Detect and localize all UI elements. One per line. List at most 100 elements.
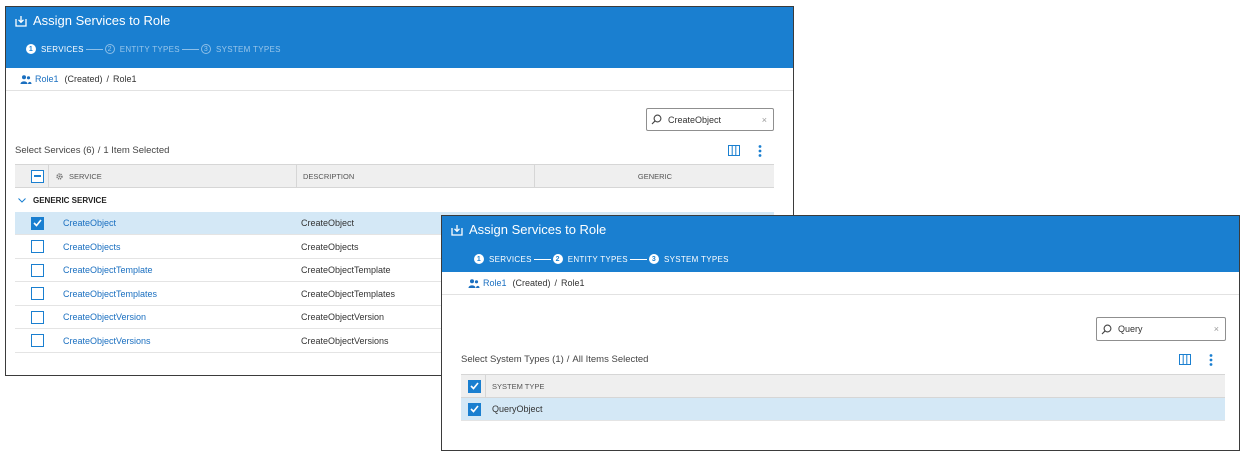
column-header-description[interactable]: DESCRIPTION: [296, 165, 354, 187]
breadcrumb: Role1 (Created) / Role1: [442, 272, 1239, 295]
kebab-menu-icon[interactable]: [758, 145, 762, 157]
table-header: SERVICE DESCRIPTION GENERIC: [15, 164, 774, 188]
column-header-service-label: SERVICE: [69, 171, 102, 181]
step-label: SYSTEM TYPES: [663, 254, 729, 264]
selection-label: Select System Types (1): [461, 354, 564, 365]
selection-status: 1 Item Selected: [103, 145, 170, 156]
gear-icon: [55, 172, 64, 181]
group-label: GENERIC SERVICE: [33, 195, 107, 205]
step-services[interactable]: 1 SERVICES: [474, 254, 532, 264]
dialog-title-bar: Assign Services to Role: [451, 222, 606, 237]
row-checkbox[interactable]: [31, 216, 44, 230]
breadcrumb-status: (Created): [512, 278, 551, 288]
download-box-icon: [451, 224, 463, 236]
service-link[interactable]: CreateObjectTemplates: [63, 282, 157, 305]
step-number: 1: [474, 254, 484, 264]
dialog-title: Assign Services to Role: [469, 222, 607, 237]
step-label: SERVICES: [489, 254, 532, 264]
step-connector: [629, 258, 647, 260]
search-value: Query: [1118, 324, 1143, 334]
dialog-title-bar: Assign Services to Role: [15, 13, 170, 28]
row-checkbox[interactable]: [31, 287, 44, 300]
breadcrumb: Role1 (Created) / Role1: [6, 68, 793, 91]
column-header-generic[interactable]: GENERIC: [534, 165, 775, 187]
search-input[interactable]: CreateObject ×: [646, 108, 774, 131]
description-cell: CreateObjectVersions: [301, 335, 389, 346]
table-header: SYSTEM TYPE: [461, 374, 1225, 398]
step-label: SYSTEM TYPES: [215, 44, 281, 54]
selection-summary: Select System Types (1) / All Items Select…: [461, 354, 648, 365]
row-checkbox[interactable]: [31, 240, 44, 253]
step-connector: [181, 48, 199, 50]
clear-search-icon[interactable]: ×: [1214, 324, 1219, 334]
breadcrumb-role-link[interactable]: Role1: [35, 74, 59, 84]
selection-summary: Select Services (6)/1 Item Selected: [15, 145, 169, 156]
clear-search-icon[interactable]: ×: [762, 115, 767, 125]
row-checkbox[interactable]: [468, 402, 481, 416]
users-icon: [20, 74, 32, 84]
step-entity-types[interactable]: 2 ENTITY TYPES: [104, 44, 180, 54]
step-label: ENTITY TYPES: [119, 44, 180, 54]
selection-separator: /: [97, 145, 101, 156]
selection-status: All Items Selected: [572, 354, 649, 365]
kebab-menu-icon[interactable]: [1209, 354, 1213, 366]
column-header-system-type[interactable]: SYSTEM TYPE: [492, 375, 544, 397]
breadcrumb-role-link[interactable]: Role1: [483, 278, 507, 288]
step-system-types[interactable]: 3 SYSTEM TYPES: [200, 44, 281, 54]
step-label: ENTITY TYPES: [567, 254, 628, 264]
breadcrumb-separator: /: [554, 278, 558, 288]
service-link[interactable]: CreateObjectVersions: [63, 329, 151, 352]
dialog-title: Assign Services to Role: [33, 13, 171, 28]
dialog-header: Assign Services to Role 1 SERVICES 2 ENT…: [6, 7, 793, 68]
search-value: CreateObject: [668, 114, 722, 125]
step-label: SERVICES: [41, 44, 84, 54]
system-type-cell: QueryObject: [492, 404, 543, 414]
step-number: 3: [648, 254, 659, 264]
select-all-checkbox[interactable]: [468, 375, 481, 397]
dialog-header: Assign Services to Role 1 SERVICES 2 ENT…: [442, 216, 1239, 272]
magnifier-icon: [1101, 324, 1112, 335]
download-box-icon: [15, 15, 27, 27]
row-checkbox[interactable]: [31, 263, 44, 277]
description-cell: CreateObjectVersion: [301, 312, 385, 322]
breadcrumb-current: Role1: [561, 278, 585, 288]
selection-separator: /: [566, 354, 570, 365]
wizard-steps: 1 SERVICES 2 ENTITY TYPES 3 SYSTEM TYPES: [26, 44, 281, 54]
assign-services-dialog-system-types-step: Assign Services to Role 1 SERVICES 2 ENT…: [441, 215, 1240, 451]
step-services[interactable]: 1 SERVICES: [26, 44, 84, 54]
step-connector: [533, 258, 551, 260]
description-cell: CreateObjects: [301, 241, 359, 252]
step-system-types[interactable]: 3 SYSTEM TYPES: [648, 254, 729, 264]
description-cell: CreateObject: [301, 218, 355, 228]
service-link[interactable]: CreateObject: [63, 212, 116, 234]
search-input[interactable]: Query ×: [1096, 317, 1226, 341]
service-link[interactable]: CreateObjects: [63, 235, 121, 258]
columns-icon[interactable]: [1179, 354, 1191, 365]
breadcrumb-status: (Created): [64, 74, 103, 84]
step-number: 2: [552, 254, 563, 264]
column-header-service[interactable]: SERVICE: [55, 165, 102, 187]
step-entity-types[interactable]: 2 ENTITY TYPES: [552, 254, 628, 264]
step-connector: [85, 48, 103, 50]
breadcrumb-separator: /: [106, 74, 110, 84]
users-icon: [468, 278, 480, 288]
select-all-checkbox[interactable]: [31, 165, 44, 187]
chevron-down-icon[interactable]: [18, 196, 26, 205]
wizard-steps: 1 SERVICES 2 ENTITY TYPES 3 SYSTEM TYPES: [474, 254, 729, 264]
columns-icon[interactable]: [728, 145, 740, 156]
selection-label: Select Services (6): [15, 145, 95, 156]
table-row[interactable]: QueryObject: [461, 398, 1225, 421]
row-checkbox[interactable]: [31, 310, 44, 324]
column-divider: [48, 165, 49, 187]
column-divider: [485, 375, 486, 397]
row-checkbox[interactable]: [31, 334, 44, 347]
service-link[interactable]: CreateObjectVersion: [63, 306, 146, 328]
magnifier-icon: [651, 114, 662, 125]
group-row-generic-service[interactable]: GENERIC SERVICE: [18, 190, 107, 210]
step-number: 3: [200, 44, 211, 54]
description-cell: CreateObjectTemplate: [301, 265, 391, 275]
step-number: 2: [104, 44, 115, 54]
breadcrumb-current: Role1: [113, 74, 137, 84]
step-number: 1: [26, 44, 36, 54]
service-link[interactable]: CreateObjectTemplate: [63, 259, 153, 281]
